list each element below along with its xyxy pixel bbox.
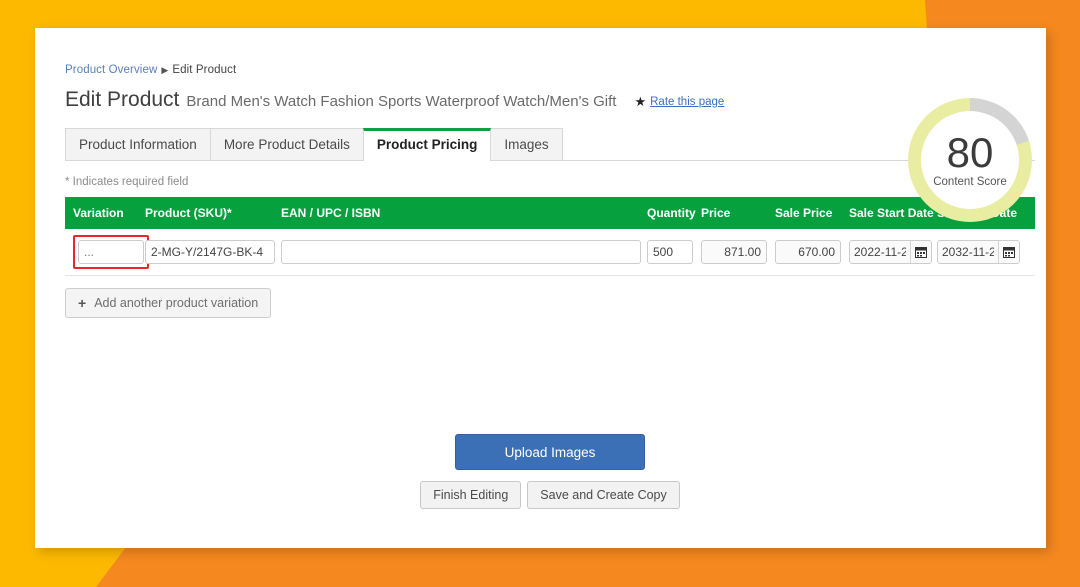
sale-price-input[interactable] [775,240,841,264]
star-icon: ★ [634,94,647,109]
cell-sale-price [767,229,841,276]
add-variation-label: Add another product variation [94,296,259,310]
page-title: Edit Product [65,88,180,111]
pricing-table-header-row: Variation Product (SKU)* EAN / UPC / ISB… [65,197,1035,229]
sale-end-date-field [937,240,1020,264]
sale-end-calendar-icon[interactable] [998,241,1019,263]
breadcrumb: Product Overview ▶ Edit Product [65,64,1035,76]
content-score-widget: 80 Content Score [908,98,1032,222]
sale-start-calendar-icon[interactable] [910,241,931,263]
content-score-center: 80 Content Score [921,111,1019,209]
cell-price [693,229,767,276]
col-price: Price [693,197,767,229]
product-name: Brand Men's Watch Fashion Sports Waterpr… [186,93,617,110]
cell-ean [273,229,641,276]
col-variation: Variation [65,197,137,229]
card-inner: Product Overview ▶ Edit Product Edit Produ… [65,64,1035,509]
ean-upc-isbn-input[interactable] [281,240,641,264]
rate-this-page-link[interactable]: Rate this page [650,96,724,108]
price-input[interactable] [701,240,767,264]
cell-quantity [639,229,693,276]
table-row [65,229,1035,276]
tab-bar: Product Information More Product Details… [65,128,1035,161]
plus-icon: + [78,295,87,311]
tab-product-pricing[interactable]: Product Pricing [362,128,492,161]
action-buttons: Upload Images Finish Editing Save and Cr… [65,434,1035,509]
rate-this-page[interactable]: ★ Rate this page [634,94,724,110]
col-ean: EAN / UPC / ISBN [273,197,639,229]
variation-highlight-box [73,235,149,269]
content-score-label: Content Score [933,175,1007,188]
upload-images-button[interactable]: Upload Images [455,434,645,470]
page-background: 80 Content Score Product Overview ▶ Edit P… [0,0,1080,587]
col-quantity: Quantity [639,197,696,229]
required-field-note: * Indicates required field [65,176,189,188]
col-sale-price: Sale Price [767,197,841,229]
sale-start-date-input[interactable] [850,241,910,263]
breadcrumb-separator-icon: ▶ [161,65,169,75]
cell-sale-end-date [929,229,1035,276]
col-sku: Product (SKU)* [137,197,273,229]
tab-images[interactable]: Images [490,128,563,160]
sku-input[interactable] [145,240,275,264]
cell-sku [137,229,275,276]
page-title-row: Edit Product Brand Men's Watch Fashion S… [65,88,1035,112]
sale-end-date-input[interactable] [938,241,998,263]
cell-variation [65,229,149,276]
save-and-create-copy-button[interactable]: Save and Create Copy [527,481,680,509]
sale-start-date-field [849,240,932,264]
breadcrumb-current: Edit Product [172,64,237,76]
breadcrumb-parent-link[interactable]: Product Overview [65,64,157,76]
variation-input[interactable] [78,240,144,264]
finish-editing-button[interactable]: Finish Editing [420,481,522,509]
tab-more-product-details[interactable]: More Product Details [209,128,364,160]
content-card: 80 Content Score Product Overview ▶ Edit P… [35,28,1046,548]
content-score-value: 80 [946,128,994,176]
cell-sale-start-date [841,229,932,276]
pricing-table: Variation Product (SKU)* EAN / UPC / ISB… [65,197,1035,276]
add-another-product-variation-button[interactable]: + Add another product variation [65,288,272,318]
secondary-button-row: Finish Editing Save and Create Copy [420,481,680,509]
quantity-input[interactable] [647,240,693,264]
tab-product-information[interactable]: Product Information [65,128,211,160]
